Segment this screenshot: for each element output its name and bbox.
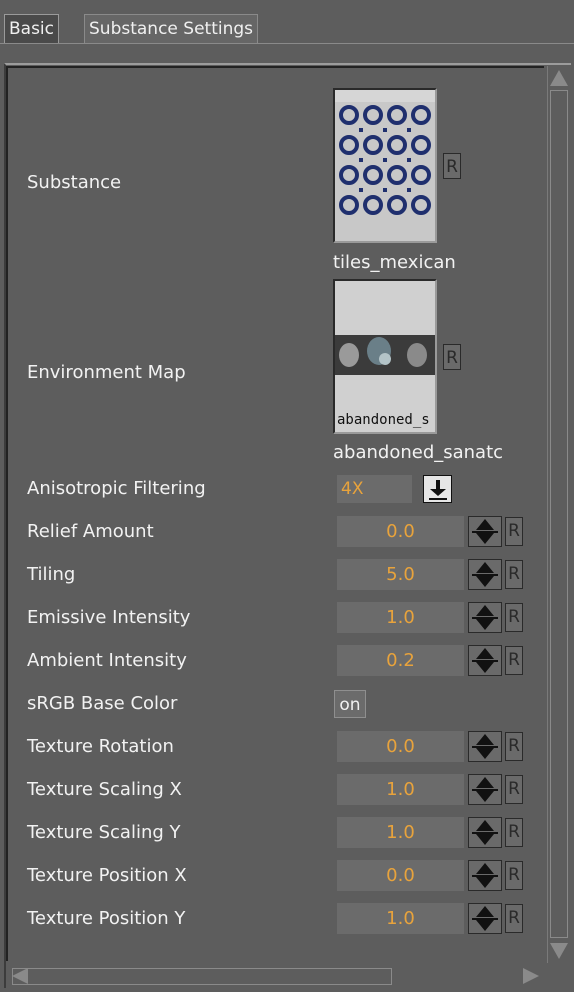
spinner-down-icon[interactable] (476, 748, 494, 759)
texture-rotation-field[interactable]: 0.0 (337, 731, 464, 762)
tiling-spinner[interactable] (468, 559, 502, 590)
spinner-down-icon[interactable] (476, 619, 494, 630)
texture-scaling-x-reset-button[interactable]: R (505, 775, 523, 804)
srgb-base-color-label: sRGB Base Color (27, 693, 178, 714)
spinner-down-icon[interactable] (476, 576, 494, 587)
spinner-down-icon[interactable] (476, 533, 494, 544)
texture-position-x-spinner[interactable] (468, 860, 502, 891)
environment-map-reset-button[interactable]: R (443, 344, 461, 370)
vertical-scroll-thumb[interactable] (550, 90, 568, 938)
spinner-up-icon[interactable] (476, 820, 494, 831)
spinner-up-icon[interactable] (476, 605, 494, 616)
anisotropic-filtering-label: Anisotropic Filtering (27, 478, 206, 499)
spinner-up-icon[interactable] (476, 734, 494, 745)
substance-thumbnail[interactable] (333, 88, 437, 243)
texture-scaling-x-field[interactable]: 1.0 (337, 774, 464, 805)
texture-rotation-label: Texture Rotation (27, 736, 174, 757)
anisotropic-filtering-dropdown-button[interactable] (423, 475, 452, 503)
relief-amount-label: Relief Amount (27, 521, 154, 542)
substance-reset-button[interactable]: R (443, 153, 461, 179)
emissive-intensity-reset-button[interactable]: R (505, 603, 523, 632)
scrollbar-corner (547, 965, 569, 987)
texture-position-x-field[interactable]: 0.0 (337, 860, 464, 891)
tab-bar: Basic Substance Settings (0, 0, 574, 60)
texture-position-y-field[interactable]: 1.0 (337, 903, 464, 934)
emissive-intensity-spinner[interactable] (468, 602, 502, 633)
emissive-intensity-field[interactable]: 1.0 (337, 602, 464, 633)
texture-scaling-y-label: Texture Scaling Y (27, 822, 181, 843)
texture-position-x-reset-button[interactable]: R (505, 861, 523, 890)
scroll-left-icon[interactable] (12, 968, 28, 984)
spinner-down-icon[interactable] (476, 662, 494, 673)
download-arrow-base (429, 498, 447, 500)
relief-amount-spinner[interactable] (468, 516, 502, 547)
spinner-down-icon[interactable] (476, 877, 494, 888)
environment-map-label: Environment Map (27, 362, 186, 383)
environment-map-thumbnail[interactable] (333, 279, 437, 434)
texture-scaling-y-reset-button[interactable]: R (505, 818, 523, 847)
environment-map-caption: abandoned_s (337, 412, 430, 428)
tab-basic[interactable]: Basic (4, 14, 60, 43)
tiles-pattern-image (335, 90, 435, 241)
spinner-down-icon[interactable] (476, 791, 494, 802)
relief-amount-reset-button[interactable]: R (505, 517, 523, 546)
spinner-up-icon[interactable] (476, 906, 494, 917)
texture-rotation-spinner[interactable] (468, 731, 502, 762)
ambient-intensity-reset-button[interactable]: R (505, 646, 523, 675)
anisotropic-filtering-value[interactable]: 4X (337, 475, 412, 503)
emissive-intensity-label: Emissive Intensity (27, 607, 191, 628)
spinner-up-icon[interactable] (476, 519, 494, 530)
texture-position-y-spinner[interactable] (468, 903, 502, 934)
scroll-down-icon[interactable] (550, 943, 568, 959)
environment-panorama-image (335, 281, 435, 432)
texture-position-y-reset-button[interactable]: R (505, 904, 523, 933)
tiling-label: Tiling (27, 564, 76, 585)
texture-scaling-x-spinner[interactable] (468, 774, 502, 805)
scroll-up-icon[interactable] (550, 70, 568, 86)
environment-map-name: abandoned_sanatc (333, 442, 504, 463)
download-arrow-head (430, 489, 446, 496)
srgb-base-color-toggle[interactable]: on (334, 690, 366, 718)
substance-label: Substance (27, 172, 122, 193)
ambient-intensity-spinner[interactable] (468, 645, 502, 676)
scroll-right-icon[interactable] (523, 968, 539, 984)
texture-scaling-y-field[interactable]: 1.0 (337, 817, 464, 848)
texture-scaling-x-label: Texture Scaling X (27, 779, 182, 800)
spinner-up-icon[interactable] (476, 863, 494, 874)
tiling-reset-button[interactable]: R (505, 560, 523, 589)
relief-amount-field[interactable]: 0.0 (337, 516, 464, 547)
spinner-down-icon[interactable] (476, 920, 494, 931)
spinner-up-icon[interactable] (476, 562, 494, 573)
substance-name: tiles_mexican (333, 252, 456, 273)
horizontal-scroll-thumb[interactable] (12, 968, 392, 985)
horizontal-scrollbar[interactable] (8, 965, 547, 987)
ambient-intensity-field[interactable]: 0.2 (337, 645, 464, 676)
ambient-intensity-label: Ambient Intensity (27, 650, 187, 671)
spinner-up-icon[interactable] (476, 777, 494, 788)
tab-divider (0, 43, 574, 44)
texture-rotation-reset-button[interactable]: R (505, 732, 523, 761)
tab-substance-settings[interactable]: Substance Settings (84, 14, 259, 43)
texture-position-x-label: Texture Position X (27, 865, 187, 886)
tiling-field[interactable]: 5.0 (337, 559, 464, 590)
vertical-scrollbar[interactable] (547, 66, 570, 963)
texture-position-y-label: Texture Position Y (27, 908, 186, 929)
texture-scaling-y-spinner[interactable] (468, 817, 502, 848)
spinner-up-icon[interactable] (476, 648, 494, 659)
spinner-down-icon[interactable] (476, 834, 494, 845)
